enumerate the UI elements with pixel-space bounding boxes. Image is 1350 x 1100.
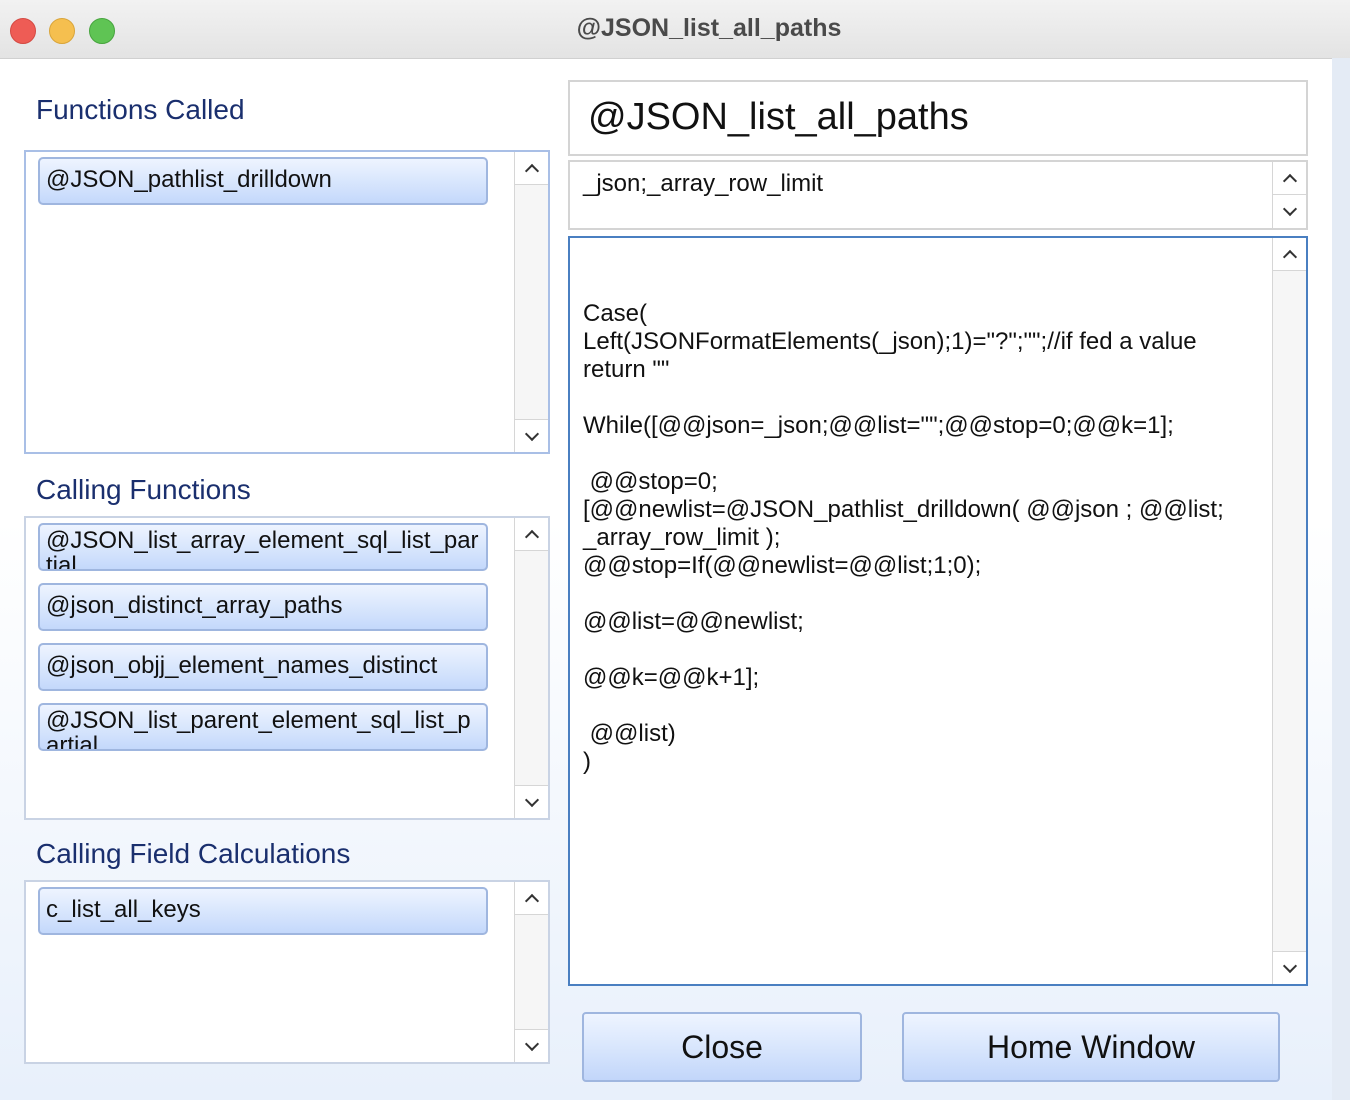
window-title: @JSON_list_all_paths (576, 14, 842, 42)
functions-called-label: Functions Called (36, 94, 245, 125)
chevron-up-icon (1282, 249, 1297, 264)
scroll-down-arrow[interactable] (1273, 194, 1306, 228)
scroll-down-arrow[interactable] (515, 1029, 548, 1062)
scroll-up-arrow[interactable] (1273, 162, 1306, 196)
chevron-down-icon (1282, 201, 1297, 217)
dialog-window: @JSON_list_all_paths Functions Called @J… (0, 0, 1350, 1100)
functions-called-list[interactable]: @JSON_pathlist_drilldown (24, 150, 550, 454)
scroll-down-arrow[interactable] (515, 785, 548, 818)
parameters-field[interactable]: _json;_array_row_limit (568, 160, 1308, 230)
chevron-up-icon (1282, 173, 1297, 189)
chevron-down-icon (524, 1036, 539, 1051)
chevron-down-icon (1282, 958, 1297, 973)
title-bar: @JSON_list_all_paths (0, 0, 1350, 59)
calling-function-item[interactable]: @json_distinct_array_paths (38, 583, 488, 631)
functions-called-item[interactable]: @JSON_pathlist_drilldown (38, 157, 488, 205)
function-name-field[interactable]: @JSON_list_all_paths (568, 80, 1308, 156)
calling-field-calculations-label: Calling Field Calculations (36, 838, 351, 869)
calling-function-item[interactable]: @json_objj_element_names_distinct (38, 643, 488, 691)
chevron-down-icon (524, 426, 539, 441)
calling-functions-list[interactable]: @JSON_list_array_element_sql_list_partia… (24, 516, 550, 820)
calculation-editor[interactable]: Case(Left(JSONFormatElements(_json);1)="… (568, 236, 1308, 986)
window-edge (1332, 58, 1350, 1100)
scroll-up-arrow[interactable] (515, 152, 548, 185)
calling-field-calculations-list[interactable]: c_list_all_keys (24, 880, 550, 1064)
chevron-up-icon (524, 893, 539, 908)
calling-function-item[interactable]: @JSON_list_array_element_sql_list_partia… (38, 523, 488, 571)
parameters-scrollbar[interactable] (1272, 162, 1306, 228)
calling-field-item[interactable]: c_list_all_keys (38, 887, 488, 935)
chevron-down-icon (524, 792, 539, 807)
chevron-up-icon (524, 529, 539, 544)
close-button[interactable]: Close (582, 1012, 862, 1082)
scroll-down-arrow[interactable] (1273, 951, 1306, 984)
parameters-text: _json;_array_row_limit (583, 170, 824, 197)
chevron-up-icon (524, 163, 539, 178)
calling-functions-scrollbar[interactable] (514, 518, 548, 818)
scroll-up-arrow[interactable] (515, 882, 548, 915)
calling-functions-label: Calling Functions (36, 474, 251, 505)
scroll-up-arrow[interactable] (1273, 238, 1306, 271)
calling-field-calculations-scrollbar[interactable] (514, 882, 548, 1062)
scroll-down-arrow[interactable] (515, 419, 548, 452)
calculation-code: Case(Left(JSONFormatElements(_json);1)="… (583, 300, 1224, 775)
scroll-up-arrow[interactable] (515, 518, 548, 551)
home-window-button[interactable]: Home Window (902, 1012, 1280, 1082)
functions-called-scrollbar[interactable] (514, 152, 548, 452)
calling-function-item[interactable]: @JSON_list_parent_element_sql_list_parti… (38, 703, 488, 751)
editor-scrollbar[interactable] (1272, 238, 1306, 984)
